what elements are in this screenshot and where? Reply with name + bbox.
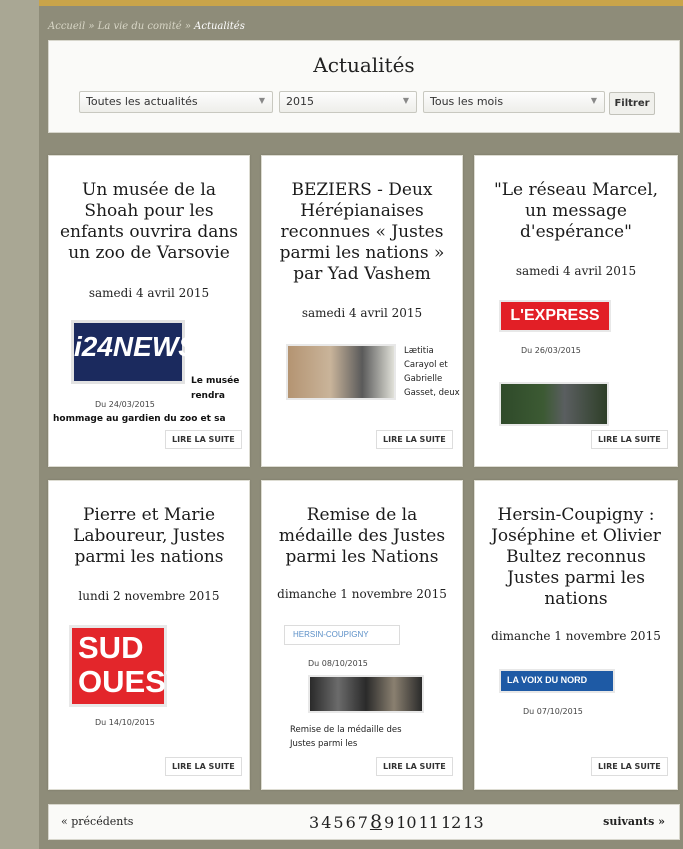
news-date: lundi 2 novembre 2015 — [78, 589, 220, 603]
next-link[interactable]: suivants » — [603, 815, 665, 828]
breadcrumb-section[interactable]: La vie du comité — [98, 21, 182, 32]
filter-panel: Actualités Toutes les actualités ▼ 2015 … — [48, 40, 680, 133]
read-more-button[interactable]: LIRE LA SUITE — [591, 757, 668, 776]
breadcrumb-current: Actualités — [194, 21, 245, 32]
read-more-button[interactable]: LIRE LA SUITE — [591, 430, 668, 449]
news-title[interactable]: Un musée de la Shoah pour les enfants ou… — [57, 180, 241, 264]
source-date: Du 07/10/2015 — [523, 707, 583, 716]
source-date: Du 24/03/2015 — [95, 400, 155, 409]
la-voix-du-nord-logo: LA VOIX DU NORD — [499, 669, 615, 693]
source-date: Du 26/03/2015 — [521, 346, 581, 355]
page-link-11[interactable]: 11 — [419, 813, 439, 832]
page-link-8[interactable]: 8 — [370, 811, 382, 833]
news-date: dimanche 1 novembre 2015 — [491, 629, 661, 643]
news-photo — [308, 675, 424, 713]
chevron-down-icon: ▼ — [402, 96, 409, 105]
news-excerpt: Remise de la médaille des Justes parmi l… — [290, 725, 402, 749]
chevron-down-icon: ▼ — [258, 96, 265, 105]
page-link-5[interactable]: 5 — [333, 813, 343, 832]
logo-text: HERSIN-COUPIGNY — [293, 630, 369, 639]
year-select-value: 2015 — [286, 95, 314, 108]
chevron-down-icon: ▼ — [590, 96, 597, 105]
page-link-3[interactable]: 3 — [309, 813, 319, 832]
pagination: « précédents 3 4 5 6 7 8 9 10 11 12 13 suivants » — [48, 804, 680, 840]
news-title[interactable]: BEZIERS - Deux Hérépianaises reconnues «… — [270, 180, 454, 285]
page-link-12[interactable]: 12 — [441, 813, 461, 832]
sud-ouest-logo: SUD OUEST — [69, 625, 185, 707]
i24news-logo: i24NEWS — [71, 320, 197, 384]
breadcrumb-separator: » — [85, 21, 98, 32]
month-select-value: Tous les mois — [430, 95, 504, 108]
read-more-button[interactable]: LIRE LA SUITE — [376, 430, 453, 449]
logo-text: SUD — [78, 630, 144, 665]
news-card[interactable]: "Le réseau Marcel, un message d'espéranc… — [474, 155, 678, 467]
page-link-7[interactable]: 7 — [358, 813, 368, 832]
page-link-10[interactable]: 10 — [396, 813, 416, 832]
news-date: samedi 4 avril 2015 — [515, 264, 637, 278]
news-photo — [499, 382, 609, 426]
source-date: Du 08/10/2015 — [308, 659, 368, 668]
page-link-6[interactable]: 6 — [346, 813, 356, 832]
category-select-value: Toutes les actualités — [86, 95, 198, 108]
news-excerpt: rendra — [191, 391, 225, 401]
month-select[interactable]: Tous les mois ▼ — [423, 91, 605, 113]
news-title[interactable]: Remise de la médaille des Justes parmi l… — [270, 505, 454, 568]
page-numbers: 3 4 5 6 7 8 9 10 11 12 13 — [309, 811, 486, 833]
news-title[interactable]: Pierre et Marie Laboureur, Justes parmi … — [57, 505, 241, 568]
logo-text: i24NEWS — [74, 331, 197, 362]
news-title[interactable]: "Le réseau Marcel, un message d'espéranc… — [483, 180, 669, 243]
news-date: dimanche 1 novembre 2015 — [277, 587, 447, 601]
news-excerpt: Lætitia Carayol et Gabrielle Gasset, deu… — [404, 346, 460, 398]
source-date: Du 14/10/2015 — [95, 718, 155, 727]
lexpress-logo: L'EXPRESS — [499, 300, 611, 332]
read-more-button[interactable]: LIRE LA SUITE — [376, 757, 453, 776]
filter-button[interactable]: Filtrer — [609, 92, 655, 115]
news-excerpt: hommage au gardien du zoo et sa — [53, 414, 226, 424]
breadcrumb-separator: » — [181, 21, 195, 32]
read-more-button[interactable]: LIRE LA SUITE — [165, 757, 242, 776]
hersin-coupigny-logo: HERSIN-COUPIGNY — [284, 625, 400, 645]
news-card[interactable]: Pierre et Marie Laboureur, Justes parmi … — [48, 480, 250, 790]
year-select[interactable]: 2015 ▼ — [279, 91, 417, 113]
read-more-button[interactable]: LIRE LA SUITE — [165, 430, 242, 449]
page-title: Actualités — [313, 53, 415, 77]
news-date: samedi 4 avril 2015 — [301, 306, 423, 320]
category-select[interactable]: Toutes les actualités ▼ — [79, 91, 273, 113]
news-card[interactable]: Remise de la médaille des Justes parmi l… — [261, 480, 463, 790]
news-excerpt: Le musée — [191, 376, 240, 386]
previous-link[interactable]: « précédents — [61, 815, 133, 828]
news-title[interactable]: Hersin-Coupigny : Joséphine et Olivier B… — [483, 505, 669, 610]
page-link-9[interactable]: 9 — [384, 813, 394, 832]
breadcrumb: Accueil » La vie du comité » Actualités — [48, 21, 245, 32]
news-date: samedi 4 avril 2015 — [88, 286, 210, 300]
logo-text: LA VOIX DU NORD — [507, 675, 588, 685]
news-card[interactable]: Hersin-Coupigny : Joséphine et Olivier B… — [474, 480, 678, 790]
breadcrumb-home[interactable]: Accueil — [48, 21, 85, 32]
logo-text: L'EXPRESS — [510, 307, 600, 324]
news-photo — [286, 344, 396, 400]
news-card[interactable]: Un musée de la Shoah pour les enfants ou… — [48, 155, 250, 467]
page-link-4[interactable]: 4 — [321, 813, 331, 832]
logo-text: OUEST — [78, 664, 185, 699]
page-link-13[interactable]: 13 — [463, 813, 483, 832]
news-card[interactable]: BEZIERS - Deux Hérépianaises reconnues «… — [261, 155, 463, 467]
